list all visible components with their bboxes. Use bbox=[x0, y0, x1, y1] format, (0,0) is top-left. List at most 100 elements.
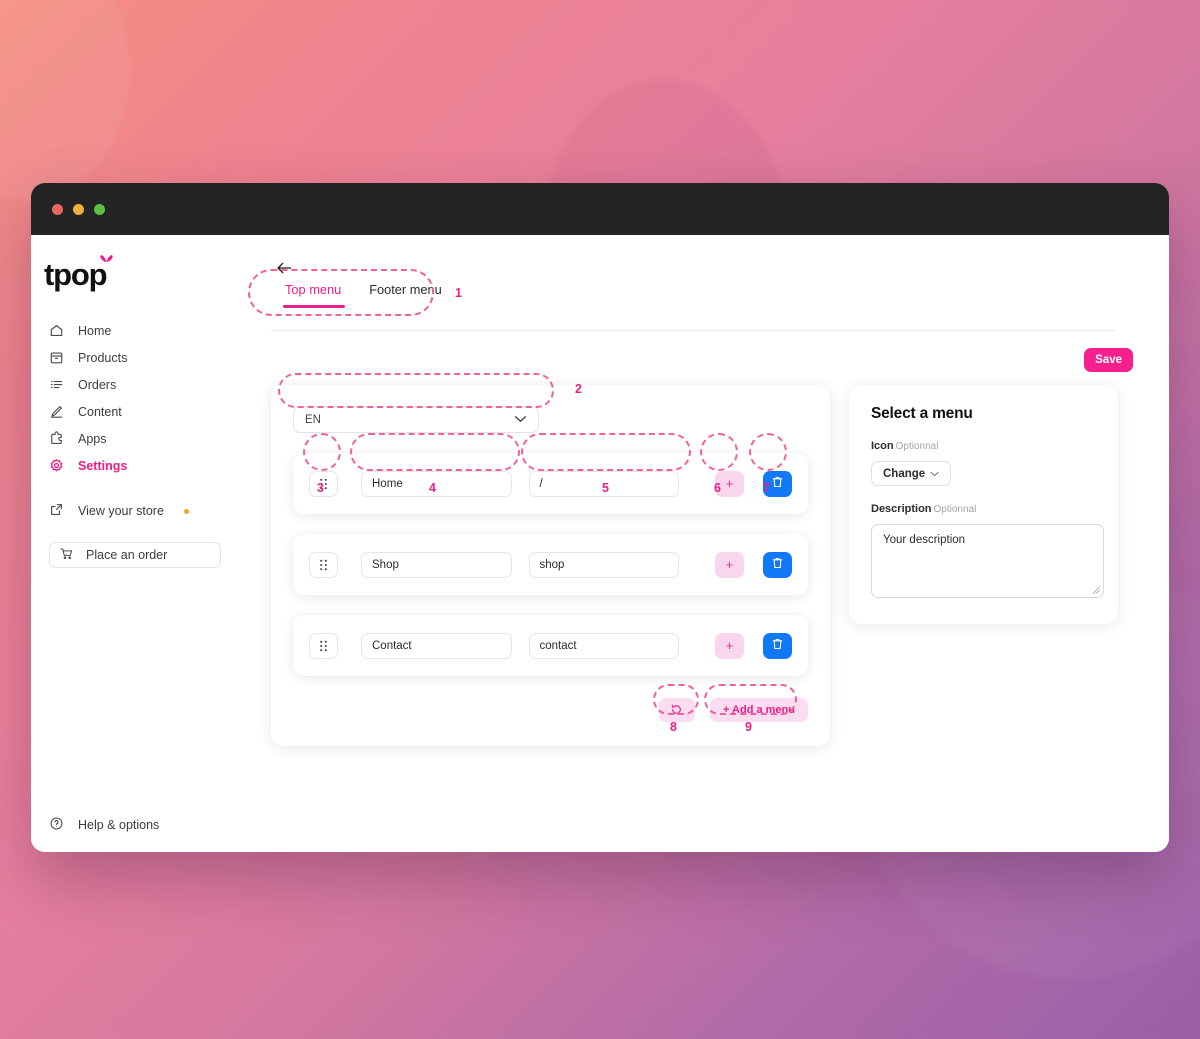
menu-row: Home / + bbox=[293, 453, 808, 514]
sidebar-item-settings[interactable]: Settings bbox=[31, 452, 240, 479]
menu-label-input[interactable]: Shop bbox=[361, 551, 512, 578]
tab-footer-menu[interactable]: Footer menu bbox=[355, 282, 456, 308]
place-an-order-button[interactable]: Place an order bbox=[49, 542, 221, 568]
language-select[interactable]: EN bbox=[293, 406, 539, 433]
add-sub-menu-button[interactable]: + bbox=[715, 632, 744, 659]
tabs-divider bbox=[271, 330, 1116, 331]
restore-icon bbox=[671, 703, 682, 718]
tab-top-menu[interactable]: Top menu bbox=[271, 282, 355, 308]
language-select-value: EN bbox=[305, 413, 321, 426]
chevron-down-icon bbox=[514, 414, 527, 426]
brand-logo-text: tpop bbox=[44, 257, 108, 292]
settings-icon bbox=[49, 458, 64, 473]
drag-handle-icon[interactable] bbox=[309, 470, 338, 497]
change-icon-button[interactable]: Change bbox=[871, 461, 952, 486]
window-titlebar bbox=[31, 183, 1169, 235]
view-store-label: View your store bbox=[78, 504, 164, 518]
butterfly-icon bbox=[99, 253, 114, 271]
help-and-options-button[interactable]: Help & options bbox=[49, 816, 159, 834]
menu-label-input[interactable]: Contact bbox=[361, 632, 512, 659]
menu-tabs: Top menu Footer menu bbox=[271, 282, 456, 308]
drag-handle-icon[interactable] bbox=[309, 632, 338, 659]
menu-label-value: Contact bbox=[372, 639, 412, 652]
restore-button[interactable] bbox=[658, 698, 695, 722]
menu-path-input[interactable]: contact bbox=[528, 632, 679, 659]
sidebar-item-label: Orders bbox=[78, 377, 117, 392]
menu-path-input[interactable]: / bbox=[528, 470, 679, 497]
maximize-icon[interactable] bbox=[94, 203, 105, 215]
add-menu-button[interactable]: + Add a menu bbox=[709, 698, 808, 722]
question-circle-icon bbox=[49, 816, 64, 834]
apps-icon bbox=[49, 431, 64, 446]
change-label: Change bbox=[883, 467, 926, 480]
content-icon bbox=[49, 404, 64, 419]
brand-logo[interactable]: tpop bbox=[31, 255, 240, 305]
sidebar-item-apps[interactable]: Apps bbox=[31, 425, 240, 452]
background-blob-1 bbox=[0, 0, 130, 200]
minimize-icon[interactable] bbox=[73, 203, 84, 215]
browser-window: tpop Home Products Orders Content Apps S… bbox=[31, 183, 1169, 852]
close-icon[interactable] bbox=[52, 203, 63, 215]
tab-label: Footer menu bbox=[369, 282, 442, 297]
sidebar-item-view-store[interactable]: View your store bbox=[31, 496, 240, 526]
description-textarea[interactable]: Your description bbox=[871, 524, 1104, 598]
menu-path-value: shop bbox=[539, 558, 565, 571]
sidebar-item-label: Content bbox=[78, 404, 122, 419]
chevron-down-icon bbox=[930, 468, 939, 480]
save-button[interactable]: Save bbox=[1084, 348, 1133, 372]
editor-panes: EN Home / + Shop shop + Contact contact … bbox=[240, 385, 1169, 746]
resize-handle-icon[interactable] bbox=[1092, 586, 1100, 594]
menu-label-value: Shop bbox=[372, 558, 399, 571]
menu-label-value: Home bbox=[372, 477, 403, 490]
description-optional-text: Optionnal bbox=[933, 504, 977, 515]
orders-icon bbox=[49, 377, 64, 392]
place-an-order-label: Place an order bbox=[86, 548, 168, 562]
icon-optional-text: Optionnal bbox=[895, 441, 939, 452]
detail-panel-title: Select a menu bbox=[871, 405, 973, 422]
trash-icon bbox=[772, 557, 783, 572]
description-field-label: Description Optionnal bbox=[871, 503, 1096, 515]
add-sub-menu-button[interactable]: + bbox=[715, 470, 744, 497]
delete-menu-button[interactable] bbox=[763, 470, 792, 497]
menu-card-actions: + Add a menu bbox=[293, 698, 808, 722]
tab-label: Top menu bbox=[285, 282, 342, 297]
menu-path-value: contact bbox=[539, 639, 577, 652]
sidebar-item-home[interactable]: Home bbox=[31, 317, 240, 344]
sidebar-item-label: Settings bbox=[78, 458, 128, 473]
main-content: Top menu Footer menu Save EN Home / + Sh… bbox=[240, 235, 1169, 852]
sidebar: tpop Home Products Orders Content Apps S… bbox=[31, 235, 240, 852]
sidebar-nav: Home Products Orders Content Apps Settin… bbox=[31, 317, 240, 568]
sidebar-item-label: Home bbox=[78, 323, 112, 338]
description-value: Your description bbox=[883, 534, 966, 546]
icon-field-label: Icon Optionnal bbox=[871, 440, 1096, 452]
sidebar-item-content[interactable]: Content bbox=[31, 398, 240, 425]
products-icon bbox=[49, 350, 64, 365]
sidebar-item-label: Products bbox=[78, 350, 128, 365]
cart-icon bbox=[59, 546, 74, 564]
status-dot bbox=[183, 508, 189, 514]
sidebar-item-orders[interactable]: Orders bbox=[31, 371, 240, 398]
sidebar-item-label: Apps bbox=[78, 431, 107, 446]
icon-label-text: Icon bbox=[871, 440, 894, 452]
menu-path-value: / bbox=[539, 477, 543, 490]
add-sub-menu-button[interactable]: + bbox=[715, 551, 744, 578]
menu-row: Shop shop + bbox=[293, 534, 808, 595]
trash-icon bbox=[772, 638, 783, 653]
description-label-text: Description bbox=[871, 503, 932, 515]
delete-menu-button[interactable] bbox=[763, 551, 792, 578]
external-link-icon bbox=[49, 502, 64, 520]
drag-handle-icon[interactable] bbox=[309, 551, 338, 578]
menu-path-input[interactable]: shop bbox=[528, 551, 679, 578]
delete-menu-button[interactable] bbox=[763, 632, 792, 659]
app-body: tpop Home Products Orders Content Apps S… bbox=[31, 235, 1169, 852]
help-and-options-label: Help & options bbox=[78, 818, 160, 832]
sidebar-divider bbox=[31, 479, 240, 496]
menu-row: Contact contact + bbox=[293, 615, 808, 676]
trash-icon bbox=[772, 476, 783, 491]
home-icon bbox=[49, 323, 64, 338]
back-button[interactable] bbox=[276, 261, 293, 280]
menu-detail-card: Select a menu Icon Optionnal Change Desc… bbox=[849, 385, 1118, 624]
menu-label-input[interactable]: Home bbox=[361, 470, 512, 497]
sidebar-item-products[interactable]: Products bbox=[31, 344, 240, 371]
menu-editor-card: EN Home / + Shop shop + Contact contact … bbox=[271, 385, 830, 746]
